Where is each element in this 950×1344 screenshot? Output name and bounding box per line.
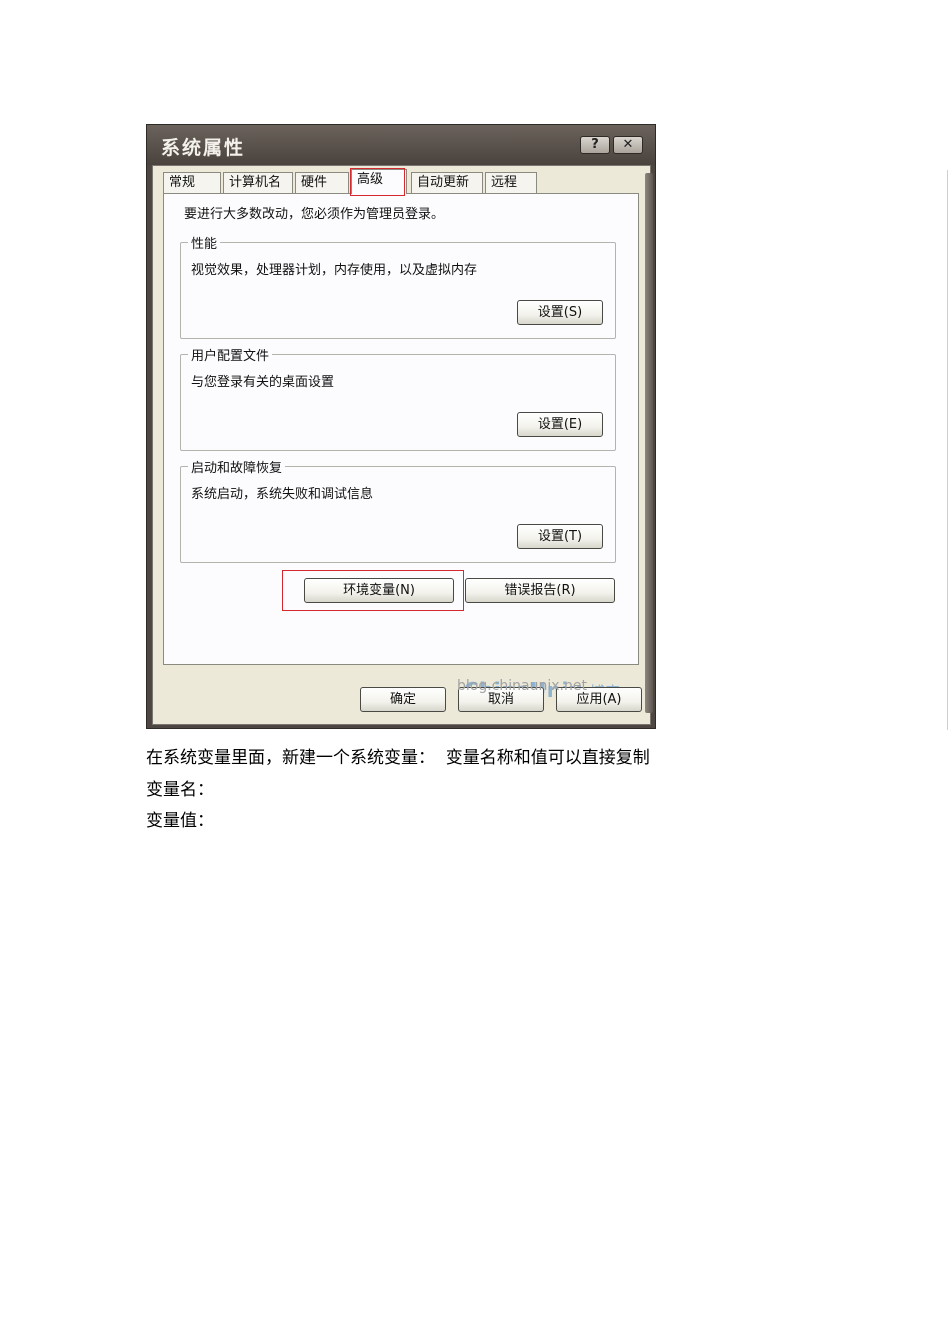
- tab-remote[interactable]: 远程: [485, 172, 537, 193]
- ok-button[interactable]: 确定: [360, 687, 446, 712]
- advanced-tab-panel: 要进行大多数改动，您必须作为管理员登录。 性能 视觉效果，处理器计划，内存使用，…: [163, 193, 639, 702]
- user-profile-group: 用户配置文件 与您登录有关的桌面设置 设置(E): [180, 345, 616, 451]
- close-button[interactable]: ✕: [613, 136, 643, 154]
- tab-computer-name[interactable]: 计算机名: [223, 172, 293, 193]
- tab-general[interactable]: 常规: [163, 172, 221, 193]
- watermark-url: blog.chinaunix.net: [457, 678, 587, 694]
- admin-note: 要进行大多数改动，您必须作为管理员登录。: [184, 207, 445, 222]
- startup-recovery-description: 系统启动，系统失败和调试信息: [191, 487, 374, 502]
- startup-recovery-group: 启动和故障恢复 系统启动，系统失败和调试信息 设置(T): [180, 457, 616, 563]
- performance-settings-button[interactable]: 设置(S): [517, 300, 603, 325]
- performance-legend: 性能: [188, 233, 221, 252]
- doc-paragraph-1: 在系统变量里面，新建一个系统变量： 变量名称和值可以直接复制: [146, 748, 650, 768]
- startup-settings-button[interactable]: 设置(T): [517, 524, 603, 549]
- dialog-title: 系统属性: [161, 137, 246, 159]
- screenshot-image: 系统属性 ? ✕ 常规 计算机名 硬件 高级 自动更新 远程 要进行大多数改动，…: [146, 124, 656, 729]
- tab-highlight-box: [350, 168, 405, 196]
- window-edge-scroll: [645, 173, 653, 713]
- user-profile-legend: 用户配置文件: [188, 345, 273, 364]
- doc-variable-value-label: 变量值：: [146, 811, 214, 831]
- title-bar: 系统属性 ? ✕: [147, 125, 655, 165]
- performance-group: 性能 视觉效果，处理器计划，内存使用，以及虚拟内存 设置(S): [180, 233, 616, 339]
- user-profile-settings-button[interactable]: 设置(E): [517, 412, 603, 437]
- error-reporting-button[interactable]: 错误报告(R): [465, 578, 615, 603]
- tab-automatic-updates[interactable]: 自动更新: [411, 172, 483, 193]
- help-button[interactable]: ?: [580, 136, 610, 154]
- user-profile-description: 与您登录有关的桌面设置: [191, 375, 335, 390]
- env-button-highlight-box: [282, 570, 464, 611]
- doc-variable-name-label: 变量名：: [146, 780, 214, 800]
- tab-hardware[interactable]: 硬件: [295, 172, 349, 193]
- page-edge-line: [947, 170, 948, 730]
- system-properties-dialog: 常规 计算机名 硬件 高级 自动更新 远程 要进行大多数改动，您必须作为管理员登…: [152, 165, 651, 725]
- startup-recovery-legend: 启动和故障恢复: [188, 457, 286, 476]
- performance-description: 视觉效果，处理器计划，内存使用，以及虚拟内存: [191, 263, 478, 278]
- close-icon: ✕: [622, 137, 634, 152]
